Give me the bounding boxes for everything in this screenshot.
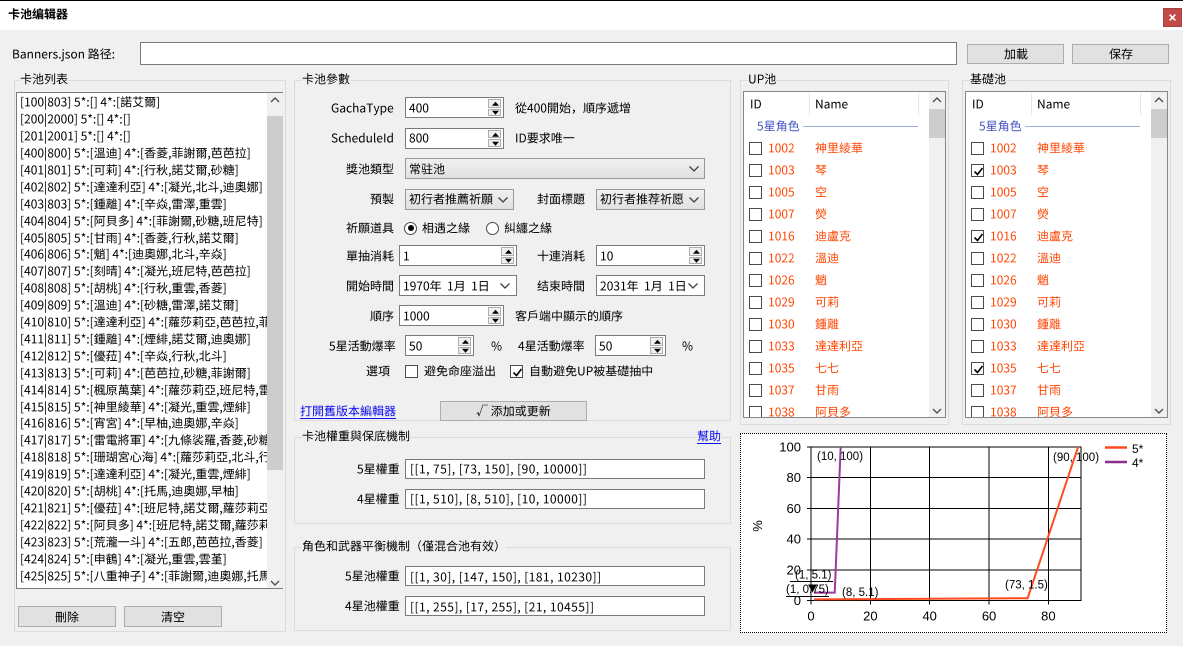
svg-text:60: 60 [982,609,996,624]
svg-text:(1, 0.75): (1, 0.75) [786,584,829,596]
svg-text:%: % [750,520,765,532]
svg-text:(1, 5.1): (1, 5.1) [795,570,832,582]
svg-text:100: 100 [779,440,801,455]
svg-text:40: 40 [922,609,936,624]
svg-text:5*: 5* [1132,442,1144,456]
svg-text:(8, 5.1): (8, 5.1) [842,587,879,599]
svg-text:(73, 1.5): (73, 1.5) [1005,580,1048,592]
svg-text:40: 40 [787,532,801,547]
svg-text:(10, 100): (10, 100) [817,451,863,463]
svg-text:20: 20 [863,609,877,624]
svg-text:80: 80 [1041,609,1055,624]
svg-text:80: 80 [787,470,801,485]
svg-text:(90, 100): (90, 100) [1053,452,1099,464]
svg-text:0: 0 [807,609,814,624]
svg-text:4*: 4* [1132,456,1144,470]
svg-text:60: 60 [787,501,801,516]
